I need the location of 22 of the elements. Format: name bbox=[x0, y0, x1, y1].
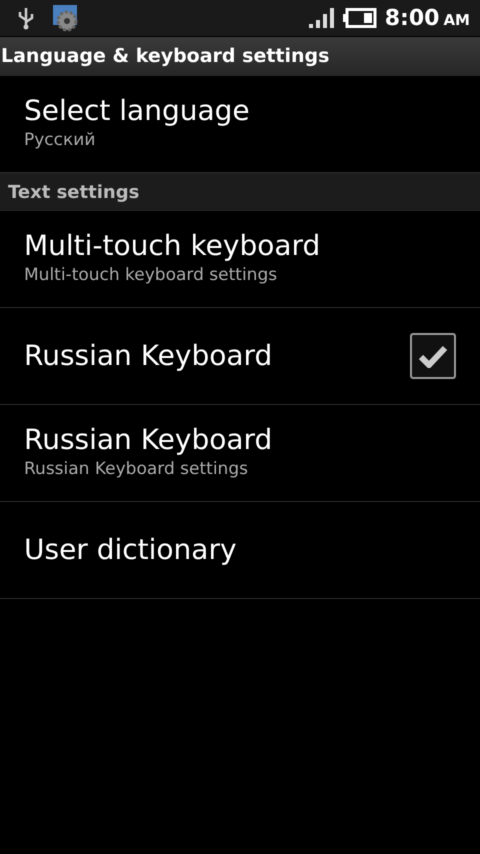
clock-time: 8:00 bbox=[384, 4, 440, 32]
setting-title: Russian Keyboard bbox=[24, 423, 272, 458]
setting-summary: Русский bbox=[24, 129, 96, 152]
usb-icon bbox=[16, 6, 36, 30]
settings-row[interactable]: Russian Keyboard Russian Keyboard settings bbox=[0, 405, 480, 502]
setting-title: User dictionary bbox=[24, 533, 237, 567]
setting-summary: Russian Keyboard settings bbox=[24, 458, 249, 482]
settings-icon bbox=[52, 3, 80, 33]
signal-icon bbox=[308, 8, 335, 28]
section-header: Text settings bbox=[0, 173, 480, 211]
clock-meridiem: AM bbox=[443, 10, 470, 31]
setting-summary: Multi-touch keyboard settings bbox=[24, 264, 278, 288]
window-title: Language & keyboard settings bbox=[0, 36, 480, 76]
checkbox[interactable] bbox=[410, 333, 456, 379]
settings-row[interactable]: User dictionary bbox=[0, 502, 480, 599]
setting-title: Multi-touch keyboard bbox=[24, 229, 320, 264]
setting-title: Select language bbox=[24, 94, 250, 128]
setting-title: Russian Keyboard bbox=[24, 339, 272, 373]
settings-row[interactable]: Multi-touch keyboard Multi-touch keyboard settings bbox=[0, 211, 480, 308]
settings-row[interactable]: Russian Keyboard bbox=[0, 308, 480, 405]
battery-icon bbox=[342, 8, 377, 28]
checkmark-icon bbox=[418, 344, 448, 368]
